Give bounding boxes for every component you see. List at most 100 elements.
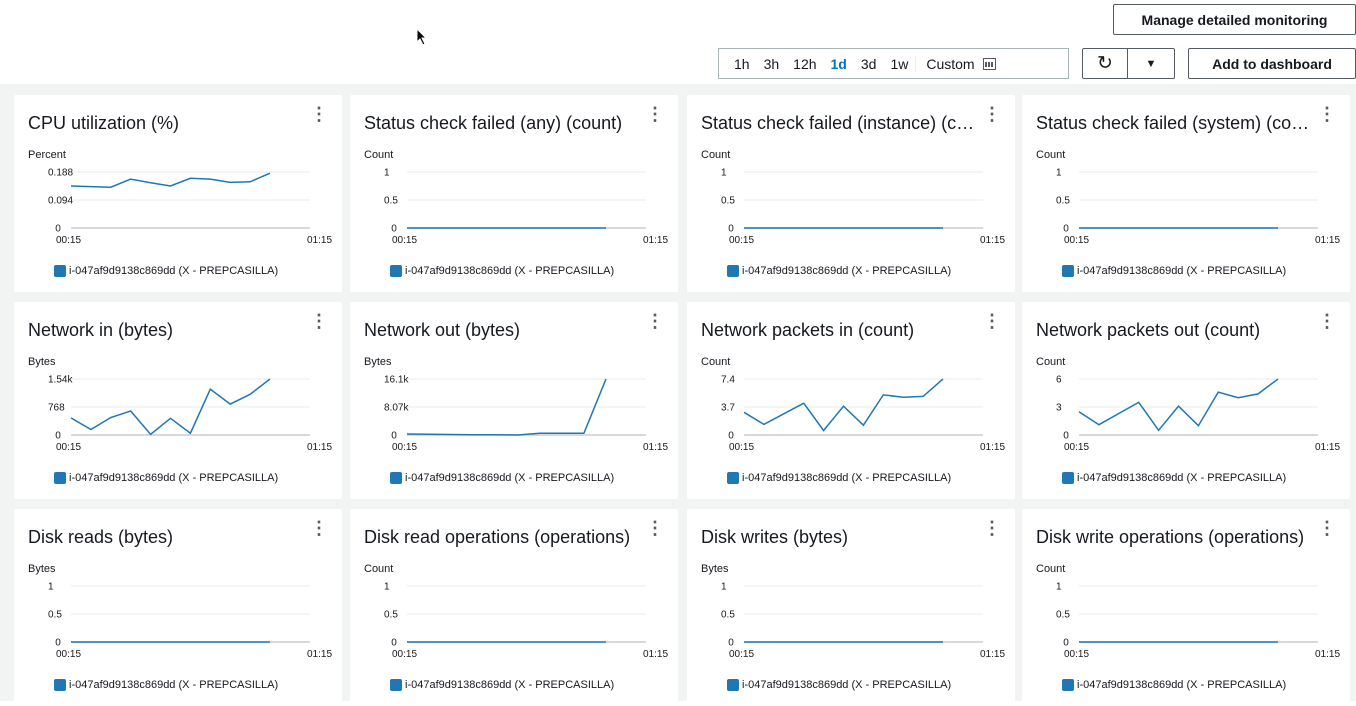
more-options-icon[interactable]: ⋮ xyxy=(1318,105,1336,123)
series-line[interactable] xyxy=(70,172,271,188)
legend-item[interactable]: i-047af9d9138c869dd (X - PREPCASILLA) xyxy=(390,679,614,691)
top-toolbar: Manage detailed monitoring 1h 3h 12h 1d … xyxy=(0,0,1356,84)
x-tick-label: 00:15 xyxy=(392,442,417,453)
widget-title: Network out (bytes) xyxy=(364,320,521,340)
line-chart: 0 0.094 0.188 00:15 01:15 xyxy=(48,168,332,247)
line-chart: 0 0.5 1 00:15 01:15 xyxy=(1056,582,1340,661)
unit-label: Count xyxy=(1036,563,1066,575)
more-options-icon[interactable]: ⋮ xyxy=(983,105,1001,123)
x-tick-label: 01:15 xyxy=(307,442,332,453)
legend-item[interactable]: i-047af9d9138c869dd (X - PREPCASILLA) xyxy=(1062,679,1286,691)
widget-title: Disk reads (bytes) xyxy=(28,527,174,547)
y-tick-label: 0 xyxy=(55,224,61,235)
more-options-icon[interactable]: ⋮ xyxy=(646,312,664,330)
x-tick-label: 00:15 xyxy=(1064,649,1089,660)
range-1w[interactable]: 1w xyxy=(890,56,908,72)
y-tick-label: 0 xyxy=(55,431,61,442)
add-to-dashboard-button[interactable]: Add to dashboard xyxy=(1188,48,1356,79)
series-line[interactable] xyxy=(743,378,944,432)
more-options-icon[interactable]: ⋮ xyxy=(310,105,328,123)
line-chart: 0 0.5 1 00:15 01:15 xyxy=(721,582,1005,661)
line-chart: 0 0.5 1 00:15 01:15 xyxy=(721,168,1005,247)
widget-title: Status check failed (system) (co… xyxy=(1036,113,1310,133)
more-options-icon[interactable]: ⋮ xyxy=(310,519,328,537)
legend-swatch xyxy=(727,265,739,277)
widget-title: Disk writes (bytes) xyxy=(701,527,849,547)
legend-label: i-047af9d9138c869dd (X - PREPCASILLA) xyxy=(405,265,615,277)
legend-swatch xyxy=(54,679,66,691)
x-tick-label: 01:15 xyxy=(980,235,1005,246)
range-1h[interactable]: 1h xyxy=(734,56,750,72)
more-options-icon[interactable]: ⋮ xyxy=(646,105,664,123)
y-tick-label: 0.094 xyxy=(48,196,73,207)
y-tick-label: 0.5 xyxy=(721,610,735,621)
y-tick-label: 0 xyxy=(1063,431,1069,442)
widget-title: Network in (bytes) xyxy=(28,320,174,340)
y-tick-label: 768 xyxy=(48,403,65,414)
range-custom[interactable]: Custom xyxy=(915,55,996,72)
widget-title: Disk read operations (operations) xyxy=(364,527,631,547)
metric-widget-network-packets-in-count: Network packets in (count) ⋮ Count 0 3.7 7.4 0… xyxy=(687,302,1015,499)
x-tick-label: 01:15 xyxy=(1315,649,1340,660)
range-3d[interactable]: 3d xyxy=(861,56,877,72)
legend-label: i-047af9d9138c869dd (X - PREPCASILLA) xyxy=(742,679,952,691)
legend-swatch xyxy=(390,472,402,484)
unit-label: Count xyxy=(1036,149,1066,161)
series-line[interactable] xyxy=(1078,378,1279,432)
y-tick-label: 1 xyxy=(384,582,390,593)
legend-swatch xyxy=(727,679,739,691)
legend-swatch xyxy=(54,472,66,484)
more-options-icon[interactable]: ⋮ xyxy=(1318,519,1336,537)
y-tick-label: 0 xyxy=(1063,638,1069,649)
caret-down-icon: ▼ xyxy=(1145,57,1157,70)
metric-widget-status-check-failed-system-co: Status check failed (system) (co… ⋮ Count 0… xyxy=(1022,95,1350,292)
legend-label: i-047af9d9138c869dd (X - PREPCASILLA) xyxy=(1077,265,1287,277)
refresh-button[interactable]: ↻ xyxy=(1082,48,1128,79)
unit-label: Count xyxy=(364,149,394,161)
metrics-grid: CPU utilization (%) ⋮ Percent 0 0.094 0.188 00… xyxy=(0,84,1356,706)
more-options-icon[interactable]: ⋮ xyxy=(983,519,1001,537)
x-tick-label: 00:15 xyxy=(729,442,754,453)
line-chart: 0 0.5 1 00:15 01:15 xyxy=(384,168,668,247)
more-options-icon[interactable]: ⋮ xyxy=(646,519,664,537)
range-3h[interactable]: 3h xyxy=(764,56,780,72)
metric-widget-network-out-bytes: Network out (bytes) ⋮ Bytes 0 8.07k 16.1k 00:1… xyxy=(350,302,678,499)
legend-item[interactable]: i-047af9d9138c869dd (X - PREPCASILLA) xyxy=(54,679,278,691)
x-tick-label: 01:15 xyxy=(1315,235,1340,246)
x-tick-label: 01:15 xyxy=(980,442,1005,453)
refresh-options-button[interactable]: ▼ xyxy=(1127,48,1175,79)
legend-item[interactable]: i-047af9d9138c869dd (X - PREPCASILLA) xyxy=(1062,265,1286,277)
refresh-icon: ↻ xyxy=(1097,53,1113,74)
line-chart: 0 3.7 7.4 00:15 01:15 xyxy=(721,375,1005,454)
legend-item[interactable]: i-047af9d9138c869dd (X - PREPCASILLA) xyxy=(727,472,951,484)
legend-item[interactable]: i-047af9d9138c869dd (X - PREPCASILLA) xyxy=(54,265,278,277)
range-1d[interactable]: 1d xyxy=(831,56,847,72)
widget-title: Disk write operations (operations) xyxy=(1036,527,1305,547)
more-options-icon[interactable]: ⋮ xyxy=(1318,312,1336,330)
legend-swatch xyxy=(1062,265,1074,277)
legend-swatch xyxy=(54,265,66,277)
widget-title: Network packets in (count) xyxy=(701,320,915,340)
x-tick-label: 00:15 xyxy=(56,442,81,453)
metric-widget-status-check-failed-instance-c: Status check failed (instance) (c… ⋮ Count… xyxy=(687,95,1015,292)
legend-item[interactable]: i-047af9d9138c869dd (X - PREPCASILLA) xyxy=(727,679,951,691)
metric-widget-cpu-utilization: CPU utilization (%) ⋮ Percent 0 0.094 0.188 00… xyxy=(14,95,342,292)
manage-detailed-monitoring-button[interactable]: Manage detailed monitoring xyxy=(1113,4,1356,35)
legend-item[interactable]: i-047af9d9138c869dd (X - PREPCASILLA) xyxy=(727,265,951,277)
legend-item[interactable]: i-047af9d9138c869dd (X - PREPCASILLA) xyxy=(54,472,278,484)
y-tick-label: 0 xyxy=(728,638,734,649)
metric-widget-status-check-failed-any-count: Status check failed (any) (count) ⋮ Count 0… xyxy=(350,95,678,292)
calendar-icon xyxy=(982,57,996,70)
legend-swatch xyxy=(390,265,402,277)
legend-swatch xyxy=(390,679,402,691)
metric-widget-disk-writes-bytes: Disk writes (bytes) ⋮ Bytes 0 0.5 1 00:15 01:15… xyxy=(687,509,1015,706)
x-tick-label: 00:15 xyxy=(1064,235,1089,246)
y-tick-label: 0 xyxy=(391,431,397,442)
legend-item[interactable]: i-047af9d9138c869dd (X - PREPCASILLA) xyxy=(1062,472,1286,484)
legend-item[interactable]: i-047af9d9138c869dd (X - PREPCASILLA) xyxy=(390,265,614,277)
more-options-icon[interactable]: ⋮ xyxy=(310,312,328,330)
range-12h[interactable]: 12h xyxy=(793,56,816,72)
legend-swatch xyxy=(1062,472,1074,484)
legend-item[interactable]: i-047af9d9138c869dd (X - PREPCASILLA) xyxy=(390,472,614,484)
more-options-icon[interactable]: ⋮ xyxy=(983,312,1001,330)
